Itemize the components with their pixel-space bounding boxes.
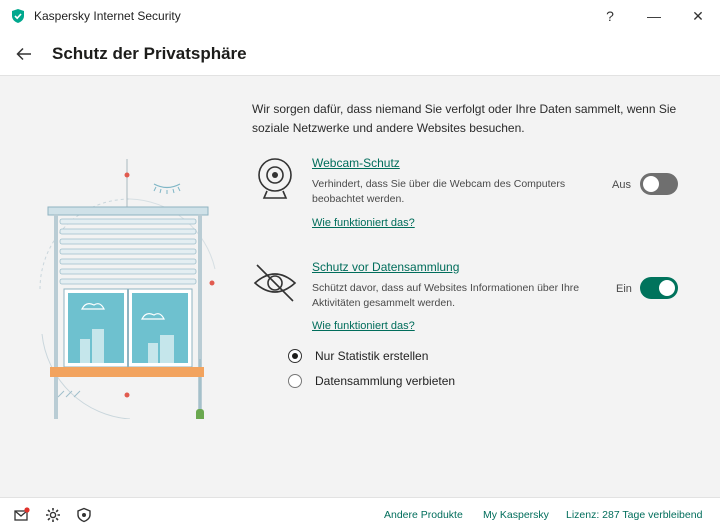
mail-notification-icon[interactable] xyxy=(14,507,30,523)
webcam-protection-description: Verhindert, dass Sie über die Webcam des… xyxy=(312,178,566,205)
title-bar: Kaspersky Internet Security ? — ✕ xyxy=(0,0,720,32)
my-kaspersky-link[interactable]: My Kaspersky xyxy=(483,509,549,521)
option-label: Datensammlung verbieten xyxy=(315,374,456,388)
webcam-protection-toggle[interactable] xyxy=(640,173,678,195)
toggle-knob xyxy=(659,280,675,296)
data-collection-description: Schützt davor, dass auf Websites Informa… xyxy=(312,282,580,309)
webcam-how-it-works-link[interactable]: Wie funktioniert das? xyxy=(312,217,415,229)
option-statistics-only[interactable]: Nur Statistik erstellen xyxy=(288,349,428,363)
other-products-link[interactable]: Andere Produkte xyxy=(384,509,463,521)
option-block-collection[interactable]: Datensammlung verbieten xyxy=(288,374,455,388)
kaspersky-shield-icon xyxy=(12,9,24,23)
webcam-icon xyxy=(258,158,292,199)
page-title: Schutz der Privatsphäre xyxy=(52,43,247,63)
data-collection-how-it-works-link[interactable]: Wie funktioniert das? xyxy=(312,320,415,332)
toggle-knob xyxy=(643,176,659,192)
shield-support-icon[interactable] xyxy=(76,507,92,523)
page-header: Schutz der Privatsphäre xyxy=(0,32,720,76)
window-controls: ? — ✕ xyxy=(588,0,720,32)
window-blinds-illustration xyxy=(39,159,216,419)
help-button[interactable]: ? xyxy=(588,0,632,32)
eye-crossed-icon xyxy=(253,264,297,302)
back-button[interactable] xyxy=(14,44,34,64)
gear-icon[interactable] xyxy=(45,507,61,523)
main-content: Wir sorgen dafür, dass niemand Sie verfo… xyxy=(0,77,720,497)
option-label: Nur Statistik erstellen xyxy=(315,349,429,363)
radio-button-checked[interactable] xyxy=(288,349,302,363)
data-collection-title[interactable]: Schutz vor Datensammlung xyxy=(312,260,459,274)
radio-button[interactable] xyxy=(288,374,302,388)
data-collection-section: Schutz vor Datensammlung Schützt davor, … xyxy=(252,260,692,340)
license-link[interactable]: Lizenz: 287 Tage verbleibend xyxy=(566,509,702,521)
minimize-button[interactable]: — xyxy=(632,0,676,32)
arrow-left-icon xyxy=(16,47,31,60)
webcam-toggle-label: Aus xyxy=(612,179,631,191)
webcam-protection-title[interactable]: Webcam-Schutz xyxy=(312,156,400,170)
app-title: Kaspersky Internet Security xyxy=(34,9,181,23)
data-collection-toggle[interactable] xyxy=(640,277,678,299)
close-button[interactable]: ✕ xyxy=(676,0,720,32)
intro-text: Wir sorgen dafür, dass niemand Sie verfo… xyxy=(252,102,677,135)
webcam-protection-section: Webcam-Schutz Verhindert, dass Sie über … xyxy=(252,156,692,236)
data-collection-toggle-label: Ein xyxy=(616,283,632,295)
footer-bar: Andere Produkte My Kaspersky Lizenz: 287… xyxy=(0,497,720,531)
